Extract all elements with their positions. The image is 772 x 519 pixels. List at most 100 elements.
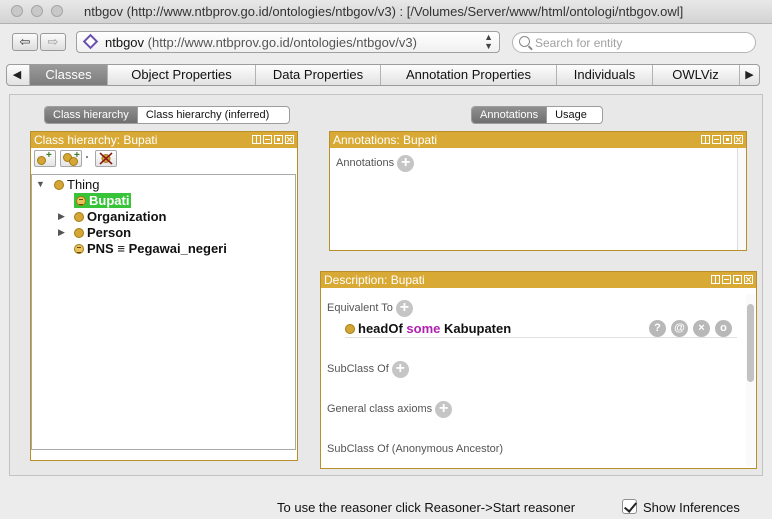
description-scroll-thumb[interactable] bbox=[747, 304, 754, 382]
ontology-icon bbox=[82, 33, 99, 50]
expand-triangle-icon[interactable]: ▶ bbox=[58, 225, 65, 240]
class-label: Organization bbox=[87, 209, 167, 224]
forward-button[interactable]: ⇨ bbox=[40, 33, 66, 51]
filler-class-name: Kabupaten bbox=[444, 321, 512, 336]
classes-workspace: Class hierarchy Class hierarchy (inferred… bbox=[9, 94, 763, 476]
close-window-button[interactable] bbox=[11, 5, 23, 17]
tab-object-properties[interactable]: Object Properties bbox=[107, 65, 255, 85]
ontology-name: ntbgov bbox=[105, 35, 145, 50]
description-view: Description: Bupati Equivalent To + head… bbox=[320, 271, 757, 469]
class-hierarchy-view: Class hierarchy: Bupati + + ▼ Thing Bupa… bbox=[30, 131, 298, 461]
zoom-window-button[interactable] bbox=[51, 5, 63, 17]
split-view-icon[interactable] bbox=[701, 135, 710, 144]
annotations-usage-switch: Annotations Usage bbox=[471, 106, 603, 124]
class-label: PNS bbox=[87, 241, 114, 256]
general-class-axioms-label: General class axioms bbox=[327, 403, 433, 415]
tab-scroll-right-icon[interactable]: ▶ bbox=[739, 65, 759, 85]
updown-chevron-icon: ▲ ▼ bbox=[484, 32, 493, 51]
left-panel: Class hierarchy Class hierarchy (inferred… bbox=[15, 98, 305, 470]
ontology-uri: (http://www.ntbprov.go.id/ontologies/ntb… bbox=[147, 35, 417, 50]
minimize-view-icon[interactable] bbox=[263, 135, 272, 144]
search-icon bbox=[519, 36, 530, 47]
defined-class-icon bbox=[76, 196, 86, 206]
minimize-window-button[interactable] bbox=[31, 5, 43, 17]
close-view-icon[interactable] bbox=[285, 135, 294, 144]
class-icon bbox=[37, 156, 46, 165]
description-scrollbar[interactable] bbox=[746, 294, 755, 466]
forward-arrow-icon: ⇨ bbox=[47, 34, 59, 49]
tab-individuals[interactable]: Individuals bbox=[556, 65, 652, 85]
show-inferences-checkbox[interactable] bbox=[622, 499, 637, 514]
split-view-icon[interactable] bbox=[711, 275, 720, 284]
delete-class-button[interactable] bbox=[95, 150, 117, 167]
back-button[interactable]: ⇦ bbox=[12, 33, 38, 51]
selected-class-highlight: Bupati bbox=[74, 193, 132, 208]
description-title: Description: Bupati bbox=[324, 273, 425, 287]
toolbar-separator bbox=[86, 156, 88, 158]
annotations-scrollbar[interactable] bbox=[737, 148, 746, 250]
search-box[interactable] bbox=[512, 32, 756, 53]
annotations-label: Annotations bbox=[336, 157, 395, 169]
active-ontology-selector[interactable]: ntbgov (http://www.ntbprov.go.id/ontolog… bbox=[76, 31, 500, 53]
tab-scroll-left-icon[interactable]: ◀ bbox=[7, 65, 27, 85]
tree-node-bupati[interactable]: Bupati bbox=[74, 193, 132, 208]
delete-axiom-button[interactable]: × bbox=[693, 320, 710, 337]
add-annotation-button[interactable]: + bbox=[397, 154, 415, 172]
split-view-icon[interactable] bbox=[252, 135, 261, 144]
tab-classes[interactable]: Classes bbox=[29, 65, 107, 85]
tab-annotation-properties[interactable]: Annotation Properties bbox=[380, 65, 556, 85]
equivalent-to-label: Equivalent To bbox=[327, 302, 393, 314]
annotations-panel: Annotations Usage Annotations: Bupati Ann… bbox=[316, 98, 759, 261]
minimize-view-icon[interactable] bbox=[722, 275, 731, 284]
tab-annotations[interactable]: Annotations bbox=[472, 107, 547, 123]
add-sibling-class-button[interactable]: + bbox=[60, 150, 82, 167]
workspace-tabbar: ◀ Classes Object Properties Data Propert… bbox=[6, 64, 760, 86]
edit-axiom-button[interactable]: o bbox=[715, 320, 732, 337]
maximize-view-icon[interactable] bbox=[723, 135, 732, 144]
tab-class-hierarchy[interactable]: Class hierarchy bbox=[45, 107, 137, 123]
tab-usage[interactable]: Usage bbox=[546, 107, 595, 123]
plus-icon: + bbox=[74, 150, 80, 161]
tab-class-hierarchy-inferred[interactable]: Class hierarchy (inferred) bbox=[136, 107, 277, 123]
annotate-axiom-button[interactable]: @ bbox=[671, 320, 688, 337]
tab-data-properties[interactable]: Data Properties bbox=[255, 65, 380, 85]
maximize-view-icon[interactable] bbox=[733, 275, 742, 284]
defined-class-icon bbox=[74, 244, 84, 254]
search-input[interactable] bbox=[533, 35, 748, 50]
class-icon bbox=[345, 324, 355, 334]
class-hierarchy-title: Class hierarchy: Bupati bbox=[34, 133, 158, 147]
annotations-view: Annotations: Bupati Annotations + bbox=[329, 131, 747, 251]
add-general-axiom-button[interactable]: + bbox=[435, 400, 453, 418]
add-equivalent-class-button[interactable]: + bbox=[395, 299, 413, 317]
plus-icon: + bbox=[46, 150, 52, 161]
property-name: headOf bbox=[358, 321, 403, 336]
subclass-of-label: SubClass Of bbox=[327, 363, 389, 375]
delete-class-icon bbox=[99, 152, 113, 165]
class-hierarchy-switch: Class hierarchy Class hierarchy (inferred… bbox=[44, 106, 290, 124]
maximize-view-icon[interactable] bbox=[274, 135, 283, 144]
minimize-view-icon[interactable] bbox=[712, 135, 721, 144]
equivalent-class-label: Pegawai_negeri bbox=[128, 241, 227, 256]
explain-button[interactable]: ? bbox=[649, 320, 666, 337]
add-subclass-button[interactable]: + bbox=[34, 150, 56, 167]
show-inferences-label[interactable]: Show Inferences bbox=[643, 500, 740, 515]
class-tree[interactable]: ▼ Thing Bupati ▶ Organization ▶ Person P… bbox=[31, 174, 296, 450]
hierarchy-toolbar: + + bbox=[31, 148, 297, 170]
close-view-icon[interactable] bbox=[734, 135, 743, 144]
tree-node-pns[interactable]: PNS ≡ Pegawai_negeri bbox=[74, 241, 227, 256]
annotations-title: Annotations: Bupati bbox=[333, 133, 438, 147]
restriction-keyword: some bbox=[406, 321, 441, 336]
tab-owlviz[interactable]: OWLViz bbox=[652, 65, 738, 85]
class-label: Thing bbox=[67, 177, 100, 192]
class-icon bbox=[74, 228, 84, 238]
collapse-triangle-icon[interactable]: ▼ bbox=[36, 177, 45, 192]
add-superclass-button[interactable]: + bbox=[391, 360, 409, 378]
equivalence-symbol: ≡ bbox=[117, 241, 125, 256]
window-titlebar: ntbgov (http://www.ntbprov.go.id/ontolog… bbox=[0, 0, 772, 24]
class-icon bbox=[74, 212, 84, 222]
expand-triangle-icon[interactable]: ▶ bbox=[58, 209, 65, 224]
class-icon bbox=[54, 180, 64, 190]
class-label: Person bbox=[87, 225, 132, 240]
reasoner-status-text: To use the reasoner click Reasoner->Star… bbox=[277, 500, 576, 515]
close-view-icon[interactable] bbox=[744, 275, 753, 284]
